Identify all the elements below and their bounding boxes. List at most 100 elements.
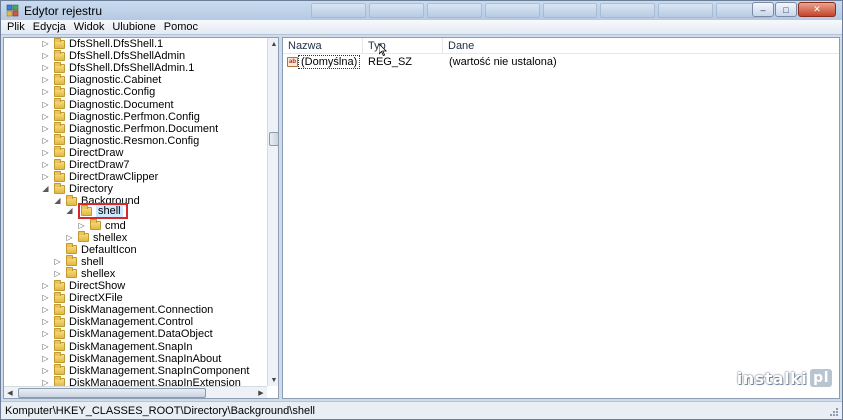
expand-arrow-icon[interactable]: ▷ — [41, 281, 50, 291]
tree-item-label: shellex — [81, 267, 116, 280]
expand-arrow-icon[interactable]: ▷ — [41, 317, 50, 327]
tree-item[interactable]: ▷ Diagnostic.Config — [41, 85, 155, 98]
folder-icon — [54, 158, 65, 170]
menu-widok[interactable]: Widok — [74, 20, 105, 34]
tree-item[interactable]: ▷ DirectDraw — [41, 146, 124, 159]
tree-item[interactable]: ▷ shell — [53, 255, 104, 268]
tree-item-label: shell — [96, 205, 123, 218]
scroll-up-icon[interactable]: ▲ — [268, 38, 278, 50]
value-type: REG_SZ — [368, 56, 413, 68]
tree-hscroll-thumb[interactable] — [18, 388, 206, 398]
expand-arrow-icon[interactable]: ▷ — [41, 136, 50, 145]
tree-item[interactable]: ▷ DiskManagement.SnapInComponent — [41, 364, 249, 377]
expand-arrow-icon[interactable]: ▷ — [41, 329, 50, 339]
folder-icon — [54, 315, 65, 327]
expand-arrow-icon[interactable]: ▷ — [65, 233, 74, 242]
folder-icon — [54, 49, 65, 61]
expand-arrow-icon[interactable]: ▷ — [41, 354, 50, 363]
expand-arrow-icon[interactable]: ▷ — [41, 112, 50, 121]
mouse-cursor-icon — [379, 44, 387, 56]
expand-arrow-icon[interactable]: ▷ — [41, 124, 50, 133]
list-header: Nazwa Typ Dane — [283, 38, 839, 54]
tree-item[interactable]: ▷ cmd — [77, 219, 126, 232]
tree-item[interactable]: ◢ shell — [65, 203, 128, 220]
menu-ulubione[interactable]: Ulubione — [112, 20, 155, 34]
scroll-right-icon[interactable]: ▶ — [255, 387, 267, 398]
tree-item[interactable]: ▷ DfsShell.DfsShell.1 — [41, 38, 163, 50]
collapse-arrow-icon[interactable]: ◢ — [41, 184, 50, 194]
tree-item-label: DirectDraw — [69, 146, 124, 159]
folder-icon — [54, 327, 65, 339]
tree-item[interactable]: ▷ DiskManagement.Connection — [41, 303, 213, 316]
list-item[interactable]: ab (Domyślna) REG_SZ (wartość nie ustalo… — [283, 54, 839, 70]
tree-vscroll-thumb[interactable] — [269, 132, 278, 146]
tree-item[interactable]: ▷ DirectDrawClipper — [41, 170, 158, 183]
expand-arrow-icon[interactable]: ▷ — [41, 51, 50, 61]
tree-item[interactable]: ▷ Diagnostic.Resmon.Config — [41, 134, 199, 147]
expand-arrow-icon[interactable]: ▷ — [41, 75, 50, 85]
tree-item[interactable]: ▷ DirectShow — [41, 279, 125, 292]
scroll-left-icon[interactable]: ◀ — [4, 387, 16, 398]
collapse-arrow-icon[interactable]: ◢ — [65, 206, 74, 216]
minimize-button[interactable]: – — [752, 2, 774, 17]
column-header-data[interactable]: Dane — [443, 38, 839, 54]
menu-pomoc[interactable]: Pomoc — [164, 20, 198, 34]
tree-item[interactable]: ▷ DiskManagement.SnapInAbout — [41, 352, 221, 365]
tree-item-label: DfsShell.DfsShell.1 — [69, 38, 164, 50]
expand-arrow-icon[interactable]: ▷ — [41, 160, 50, 170]
folder-icon — [54, 146, 65, 158]
expand-arrow-icon[interactable]: ▷ — [41, 39, 50, 49]
tree-item[interactable]: ▷ DiskManagement.DataObject — [41, 327, 213, 340]
background-taskbar-strip — [311, 3, 771, 18]
title-bar[interactable]: Edytor rejestru – □ ✕ — [1, 1, 842, 20]
tree-item[interactable]: ◢ Directory — [41, 182, 113, 195]
expand-arrow-icon[interactable]: ▷ — [41, 100, 50, 109]
column-header-name[interactable]: Nazwa — [283, 38, 363, 54]
expand-arrow-icon[interactable]: ▷ — [41, 172, 50, 182]
column-header-type[interactable]: Typ — [363, 38, 443, 54]
expand-arrow-icon[interactable]: ▷ — [41, 305, 50, 315]
maximize-button[interactable]: □ — [775, 2, 797, 17]
folder-icon — [66, 243, 77, 255]
tree-item[interactable]: ▷ DirectDraw7 — [41, 158, 130, 171]
expand-arrow-icon[interactable]: ▷ — [77, 221, 86, 230]
scroll-down-icon[interactable]: ▼ — [268, 374, 278, 386]
tree-item[interactable]: ▷ DfsShell.DfsShellAdmin.1 — [41, 61, 195, 75]
tree-item[interactable]: ▷ DiskManagement.SnapIn — [41, 340, 193, 353]
folder-icon — [54, 303, 65, 315]
tree-horizontal-scrollbar[interactable]: ◀ ▶ — [4, 386, 267, 398]
tree-item-label: Diagnostic.Cabinet — [69, 74, 162, 87]
tree-item[interactable]: ▷ shellex — [65, 231, 127, 244]
expand-arrow-icon[interactable]: ▷ — [41, 148, 50, 157]
expand-arrow-icon[interactable]: ▷ — [41, 342, 50, 351]
tree-item[interactable]: ▷ DirectXFile — [41, 291, 123, 304]
tree-item[interactable]: ▷ Diagnostic.Cabinet — [41, 73, 162, 87]
tree-item-label: DfsShell.DfsShellAdmin — [69, 50, 186, 63]
tree-vertical-scrollbar[interactable]: ▲ ▼ — [267, 38, 278, 386]
expand-arrow-icon[interactable]: ▷ — [41, 293, 50, 303]
tree-item[interactable]: ▷ DfsShell.DfsShellAdmin — [41, 49, 186, 63]
resize-grip-icon[interactable] — [829, 407, 839, 417]
collapse-arrow-icon[interactable]: ◢ — [53, 196, 62, 206]
values-list[interactable]: Nazwa Typ Dane ab (Domyślna) REG_SZ (war… — [282, 37, 840, 399]
close-button[interactable]: ✕ — [798, 2, 836, 17]
expand-arrow-icon — [53, 245, 62, 254]
string-value-icon: ab — [287, 57, 298, 67]
menu-edycja[interactable]: Edycja — [33, 20, 66, 34]
expand-arrow-icon[interactable]: ▷ — [41, 366, 50, 375]
tree-item[interactable]: DefaultIcon — [53, 243, 137, 256]
folder-icon — [54, 110, 65, 122]
tree-item[interactable]: ▷ shellex — [53, 267, 116, 280]
registry-tree[interactable]: ▷ DfsShell.DfsShell.1 ▷ DfsShell.DfsShellAd… — [3, 37, 279, 399]
tree-item-label: DfsShell.DfsShellAdmin.1 — [69, 62, 195, 75]
menu-plik[interactable]: Plik — [7, 20, 25, 34]
expand-arrow-icon[interactable]: ▷ — [53, 269, 62, 278]
expand-arrow-icon[interactable]: ▷ — [41, 87, 50, 97]
folder-icon — [54, 352, 65, 364]
tree-item[interactable]: ▷ DiskManagement.Control — [41, 315, 193, 328]
tree-item[interactable]: ▷ Diagnostic.Document — [41, 98, 174, 111]
expand-arrow-icon[interactable]: ▷ — [41, 63, 50, 73]
expand-arrow-icon[interactable]: ▷ — [53, 257, 62, 266]
tree-item[interactable]: ▷ Diagnostic.Perfmon.Config — [41, 110, 200, 123]
tree-item[interactable]: ▷ Diagnostic.Perfmon.Document — [41, 122, 218, 135]
